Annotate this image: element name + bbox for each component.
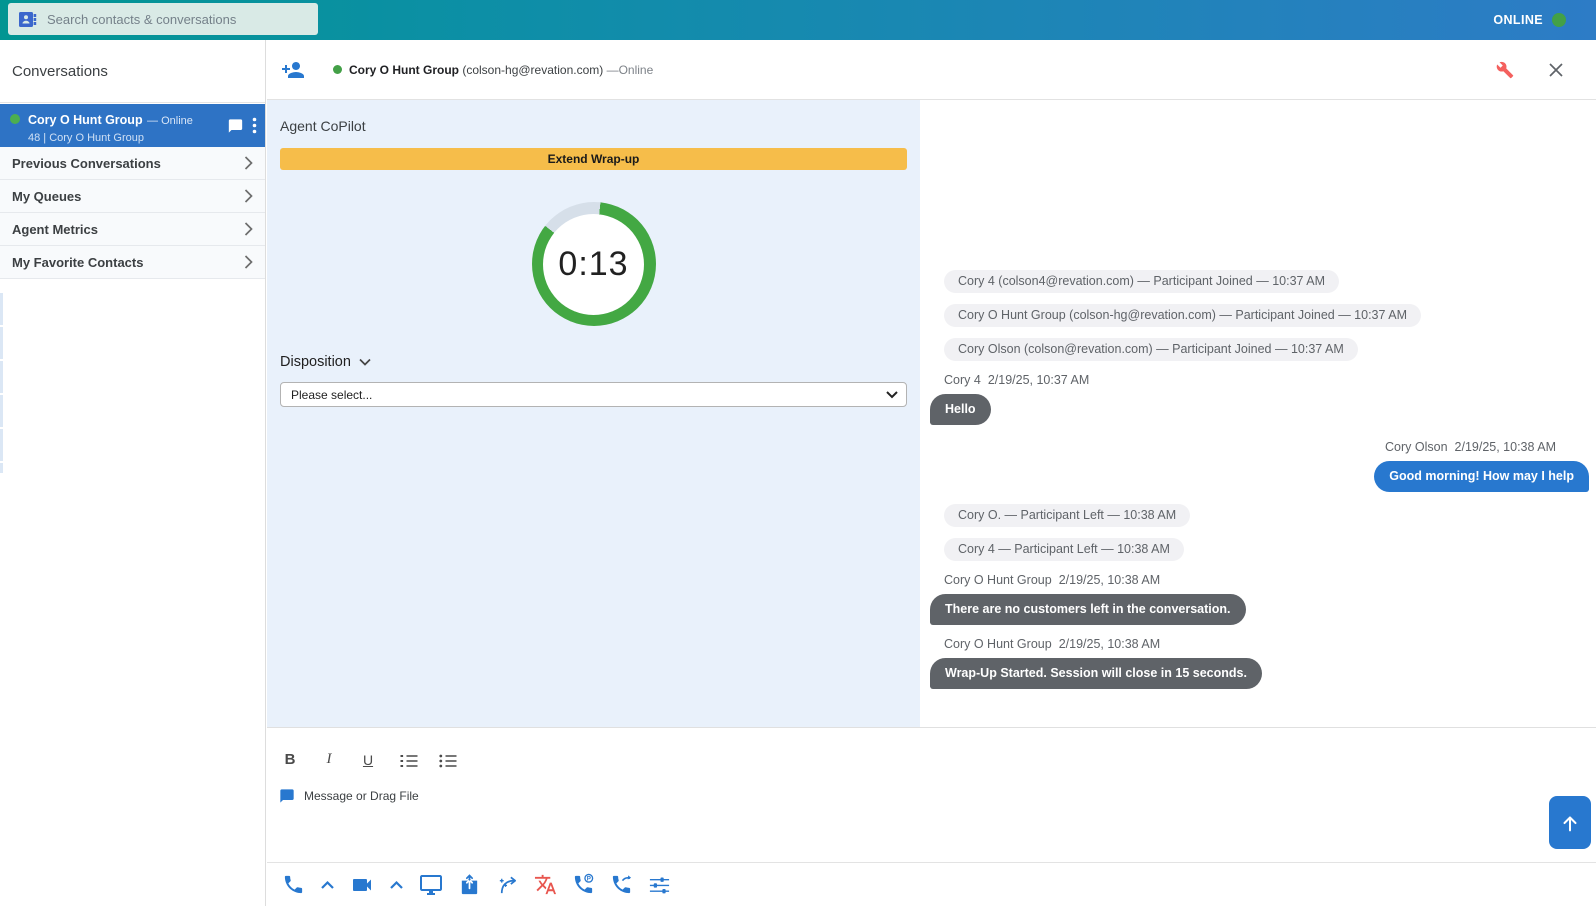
presence-dot-icon bbox=[10, 114, 20, 124]
copilot-title: Agent CoPilot bbox=[280, 118, 907, 134]
message-sender: Cory O Hunt Group bbox=[944, 637, 1052, 651]
contacts-icon bbox=[18, 11, 37, 28]
disposition-toggle[interactable]: Disposition bbox=[280, 354, 907, 370]
send-button[interactable] bbox=[1549, 796, 1591, 849]
sidebar-title: Conversations bbox=[0, 40, 265, 103]
person-add-icon[interactable] bbox=[281, 58, 305, 82]
message-meta: Cory Olson 2/19/25, 10:38 AM bbox=[944, 440, 1582, 454]
message-sender: Cory O Hunt Group bbox=[944, 573, 1052, 587]
agent-copilot-panel: Agent CoPilot Extend Wrap-up 0:13 Dispos… bbox=[267, 100, 920, 727]
message-row: Good morning! How may I help bbox=[930, 461, 1596, 492]
system-message: Cory O. — Participant Left — 10:38 AM bbox=[944, 504, 1596, 527]
message-sender: Cory 4 bbox=[944, 373, 981, 387]
online-status-dot bbox=[1552, 13, 1566, 27]
underline-button[interactable]: U bbox=[361, 752, 375, 768]
wrapup-timer-ring: 0:13 bbox=[532, 202, 656, 326]
message-bubble: There are no customers left in the conve… bbox=[930, 594, 1246, 625]
message-meta: Cory 4 2/19/25, 10:37 AM bbox=[944, 373, 1582, 387]
transfer-call-icon[interactable] bbox=[610, 873, 633, 896]
message-row: There are no customers left in the conve… bbox=[930, 594, 1596, 625]
message-bubble: Hello bbox=[930, 394, 991, 425]
settings-sliders-icon[interactable] bbox=[648, 873, 671, 896]
more-options-icon[interactable] bbox=[252, 117, 257, 134]
svg-text:P: P bbox=[587, 876, 591, 883]
message-composer: B I U Message or Drag File bbox=[267, 727, 1596, 906]
message-timestamp: 2/19/25, 10:38 AM bbox=[1059, 573, 1160, 587]
video-options-chevron-icon[interactable] bbox=[389, 880, 404, 890]
message-meta: Cory O Hunt Group 2/19/25, 10:38 AM bbox=[944, 637, 1582, 651]
chevron-right-icon bbox=[244, 222, 253, 236]
message-sender: Cory Olson bbox=[1385, 440, 1448, 454]
chevron-right-icon bbox=[244, 189, 253, 203]
wrapup-timer-value: 0:13 bbox=[558, 245, 628, 284]
sidebar: Conversations Cory O Hunt Group — Online… bbox=[0, 40, 266, 906]
system-message: Cory Olson (colson@revation.com) — Parti… bbox=[944, 338, 1596, 361]
call-icon[interactable] bbox=[282, 873, 305, 896]
translate-icon[interactable] bbox=[534, 873, 557, 896]
header-contact-name: Cory O Hunt Group bbox=[349, 63, 459, 77]
wrench-icon[interactable] bbox=[1496, 61, 1514, 79]
conversation-header: Cory O Hunt Group (colson-hg@revation.co… bbox=[267, 40, 1596, 100]
bold-button[interactable]: B bbox=[283, 751, 297, 768]
sidebar-item-my-favorite-contacts[interactable]: My Favorite Contacts bbox=[0, 246, 265, 279]
chevron-right-icon bbox=[244, 255, 253, 269]
message-timestamp: 2/19/25, 10:38 AM bbox=[1059, 637, 1160, 651]
conversation-subtitle: 48 | Cory O Hunt Group bbox=[28, 132, 227, 146]
ai-suggest-icon[interactable] bbox=[496, 873, 519, 896]
header-contact-email: (colson-hg@revation.com) bbox=[462, 63, 603, 77]
main-panel: Cory O Hunt Group (colson-hg@revation.co… bbox=[267, 40, 1596, 906]
extend-wrapup-button[interactable]: Extend Wrap-up bbox=[280, 148, 907, 170]
conversation-status: — Online bbox=[147, 115, 193, 127]
header-contact-status: —Online bbox=[607, 63, 654, 77]
top-bar: ONLINE bbox=[0, 0, 1596, 40]
presence-dot-icon bbox=[333, 65, 342, 74]
bullet-list-icon[interactable] bbox=[439, 754, 453, 768]
message-timestamp: 2/19/25, 10:37 AM bbox=[988, 373, 1089, 387]
chevron-right-icon bbox=[244, 156, 253, 170]
system-message-pill: Cory 4 — Participant Left — 10:38 AM bbox=[944, 538, 1184, 561]
edge-scroll-strip bbox=[0, 293, 3, 473]
search-box[interactable] bbox=[8, 3, 318, 35]
system-message: Cory O Hunt Group (colson-hg@revation.co… bbox=[944, 304, 1596, 327]
message-bubble: Good morning! How may I help bbox=[1374, 461, 1589, 492]
screen-share-icon[interactable] bbox=[419, 873, 443, 897]
system-message: Cory 4 (colson4@revation.com) — Particip… bbox=[944, 270, 1596, 293]
message-placeholder: Message or Drag File bbox=[304, 789, 419, 803]
message-row: Hello bbox=[930, 394, 1596, 425]
call-actions-toolbar: P bbox=[267, 862, 1596, 906]
system-message-pill: Cory Olson (colson@revation.com) — Parti… bbox=[944, 338, 1358, 361]
conversation-item-selected[interactable]: Cory O Hunt Group — Online 48 | Cory O H… bbox=[0, 104, 265, 147]
message-input[interactable]: Message or Drag File bbox=[279, 788, 1596, 804]
conversation-name: Cory O Hunt Group bbox=[28, 113, 143, 127]
ordered-list-icon[interactable] bbox=[400, 754, 414, 768]
chevron-down-icon bbox=[886, 391, 898, 399]
message-timestamp: 2/19/25, 10:38 AM bbox=[1455, 440, 1556, 454]
chevron-down-icon bbox=[359, 358, 371, 366]
message-bubble: Wrap-Up Started. Session will close in 1… bbox=[930, 658, 1262, 689]
message-bubble-icon bbox=[279, 788, 295, 804]
message-meta: Cory O Hunt Group 2/19/25, 10:38 AM bbox=[944, 573, 1582, 587]
disposition-select[interactable]: Please select... bbox=[280, 382, 907, 407]
system-message: Cory 4 — Participant Left — 10:38 AM bbox=[944, 538, 1596, 561]
search-input[interactable] bbox=[47, 12, 308, 27]
italic-button[interactable]: I bbox=[322, 751, 336, 768]
sidebar-item-previous-conversations[interactable]: Previous Conversations bbox=[0, 147, 265, 180]
file-share-icon[interactable] bbox=[458, 873, 481, 896]
sidebar-item-my-queues[interactable]: My Queues bbox=[0, 180, 265, 213]
system-message-pill: Cory 4 (colson4@revation.com) — Particip… bbox=[944, 270, 1339, 293]
close-icon[interactable] bbox=[1548, 62, 1564, 78]
sidebar-item-agent-metrics[interactable]: Agent Metrics bbox=[0, 213, 265, 246]
system-message-pill: Cory O. — Participant Left — 10:38 AM bbox=[944, 504, 1190, 527]
online-status-label: ONLINE bbox=[1493, 13, 1543, 27]
system-message-pill: Cory O Hunt Group (colson-hg@revation.co… bbox=[944, 304, 1421, 327]
call-options-chevron-icon[interactable] bbox=[320, 880, 335, 890]
chat-bubble-icon[interactable] bbox=[227, 118, 244, 134]
video-call-icon[interactable] bbox=[350, 873, 374, 897]
park-call-icon[interactable]: P bbox=[572, 873, 595, 896]
chat-messages: Cory 4 (colson4@revation.com) — Particip… bbox=[920, 100, 1596, 727]
message-row: Wrap-Up Started. Session will close in 1… bbox=[930, 658, 1596, 689]
